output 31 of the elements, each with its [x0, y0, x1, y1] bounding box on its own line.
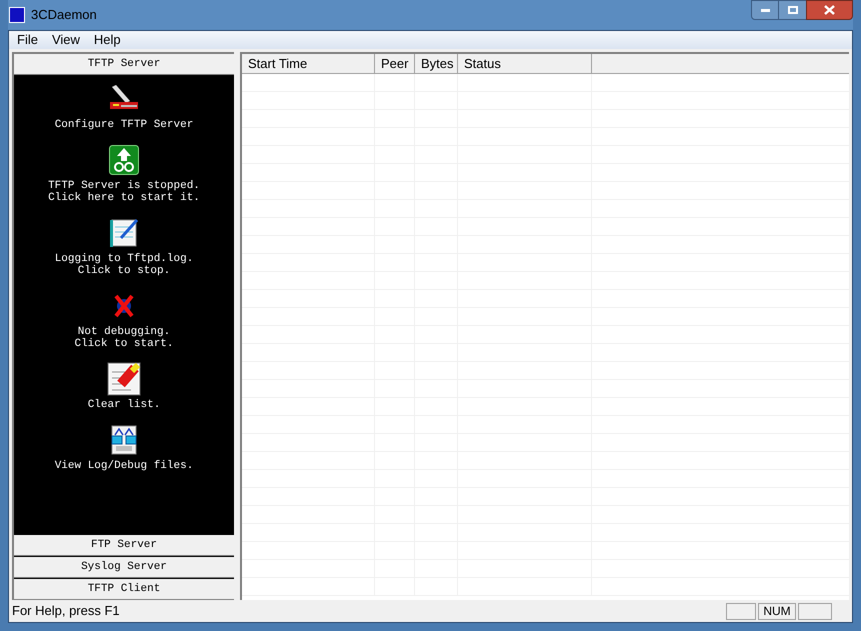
- action-label[interactable]: Not debugging. Click to start.: [74, 326, 174, 350]
- maximize-button[interactable]: [779, 0, 806, 20]
- notepad-pen-icon: [109, 218, 139, 248]
- status-indicator-panel: [798, 602, 832, 620]
- glasses-document-icon: [110, 425, 138, 455]
- action-label[interactable]: Logging to Tftpd.log. Click to stop.: [54, 253, 194, 277]
- status-indicator: NUM: [758, 602, 796, 620]
- action-label[interactable]: Configure TFTP Server: [54, 119, 194, 131]
- section-button[interactable]: Syslog Server: [14, 557, 234, 578]
- section-button[interactable]: FTP Server: [14, 535, 234, 556]
- section-button[interactable]: TFTP Client: [14, 579, 234, 600]
- minimize-button[interactable]: [751, 0, 779, 20]
- menu-item[interactable]: Help: [86, 30, 128, 50]
- menu-item[interactable]: View: [44, 30, 87, 50]
- menu-item[interactable]: File: [10, 30, 45, 50]
- column-header[interactable]: Peer: [375, 54, 415, 73]
- status-help-text: For Help, press F1: [12, 602, 120, 620]
- column-header[interactable]: Status: [458, 54, 592, 73]
- eraser-document-icon: [107, 362, 141, 396]
- action-label[interactable]: Clear list.: [88, 399, 160, 411]
- action-label[interactable]: View Log/Debug files.: [54, 460, 194, 472]
- cross-mark-icon: [112, 294, 136, 318]
- panel-header[interactable]: TFTP Server: [14, 54, 234, 75]
- column-header[interactable]: Start Time: [242, 54, 375, 73]
- status-indicator-panel: [726, 602, 756, 620]
- close-button[interactable]: [806, 0, 853, 20]
- app-logo-icon: [9, 7, 25, 23]
- close-icon: [824, 5, 835, 15]
- window-title: 3CDaemon: [31, 6, 97, 24]
- action-label[interactable]: TFTP Server is stopped. Click here to start it.: [48, 180, 200, 204]
- column-header[interactable]: Bytes: [415, 54, 458, 73]
